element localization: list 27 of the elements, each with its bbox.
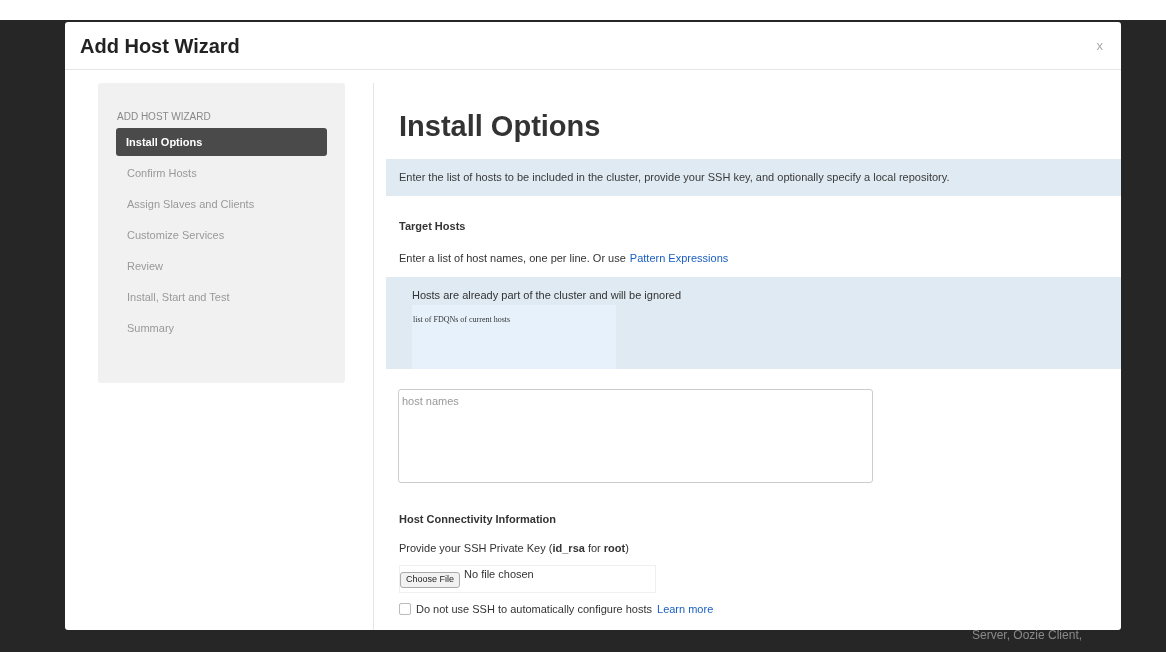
checkbox-label: Do not use SSH to automatically configure hosts	[416, 601, 652, 617]
file-status: No file chosen	[464, 566, 534, 582]
instructions-text: Enter a list of host names, one per line. Or use	[399, 251, 626, 266]
wizard-step[interactable]: Assign Slaves and Clients	[116, 190, 327, 218]
page-heading: Install Options	[398, 109, 602, 144]
wizard-step[interactable]: Install, Start and Test	[116, 283, 327, 311]
hosts-list-label: list of FDQNs of current hosts	[413, 315, 511, 324]
wizard-step[interactable]: Review	[116, 252, 327, 280]
wizard-step[interactable]: Customize Services	[116, 221, 327, 249]
pattern-expressions-link[interactable]: Pattern Expressions	[629, 250, 729, 267]
host-names-field[interactable]: host names	[398, 388, 873, 483]
background-text: Server, Oozie Client,	[972, 627, 1083, 644]
notice-message: Hosts are already part of the cluster and will be ignored	[412, 287, 683, 303]
sidebar-heading: ADD HOST WIZARD	[116, 110, 212, 124]
section-heading: Host Connectivity Information	[398, 511, 558, 527]
close-button[interactable]: x	[1096, 35, 1103, 56]
wizard-step[interactable]: Install Options	[116, 128, 327, 156]
wizard-step[interactable]: Confirm Hosts	[116, 159, 327, 187]
learn-more-link[interactable]: Learn more	[657, 600, 714, 617]
info-alert: Enter the list of hosts to be included in the cluster, provide your SSH key, and optionally specify a local repository.	[386, 158, 1121, 196]
wizard-step[interactable]: Summary	[116, 314, 327, 342]
window-title: Add Host Wizard	[80, 33, 240, 59]
section-heading: Target Hosts	[398, 218, 467, 234]
file-field[interactable]: Choose File No file chosen	[399, 564, 656, 593]
checkbox[interactable]	[399, 602, 411, 615]
ssh-key-prompt: Provide your SSH Private Key (id_rsa for root)	[398, 541, 630, 556]
choose-file-button[interactable]: Choose File	[400, 571, 461, 588]
